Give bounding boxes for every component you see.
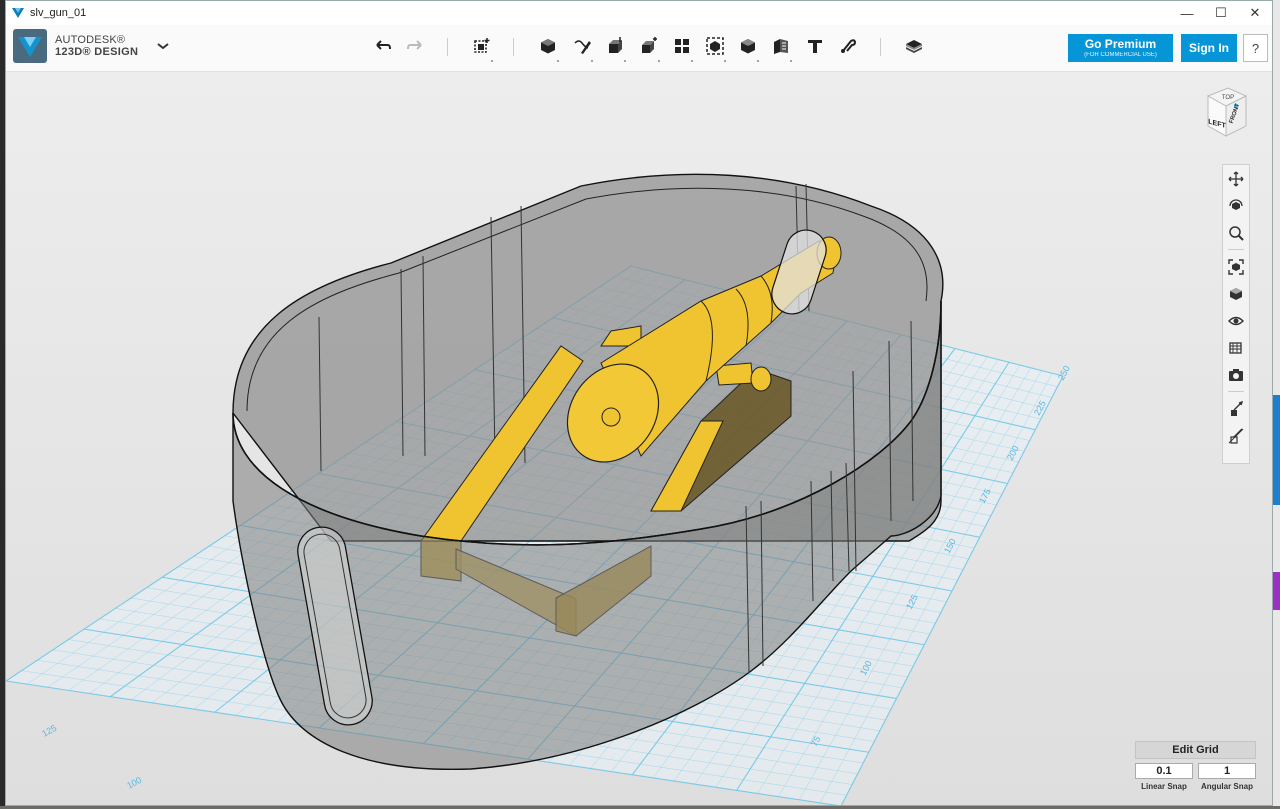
3d-viewport[interactable]: 250 225 200 175 150 125 100 75 125 100 T… bbox=[6, 72, 1272, 805]
grid-tick-label: 250 bbox=[1056, 364, 1072, 382]
primitives-icon[interactable] bbox=[535, 33, 561, 62]
transform-icon[interactable] bbox=[469, 33, 495, 62]
minimize-icon[interactable]: — bbox=[1170, 1, 1204, 25]
fit-icon[interactable] bbox=[1226, 257, 1246, 277]
pan-icon[interactable] bbox=[1226, 169, 1246, 189]
go-premium-sublabel: (FOR COMMERCIAL USE) bbox=[1084, 52, 1157, 58]
angular-snap-label: Angular Snap bbox=[1200, 782, 1253, 791]
viewcube-top-label: TOP bbox=[1222, 95, 1234, 101]
camera-icon[interactable] bbox=[1226, 365, 1246, 385]
toolbar-separator bbox=[447, 38, 448, 56]
edit-grid-button[interactable]: Edit Grid bbox=[1135, 741, 1256, 759]
snap-on-icon[interactable] bbox=[1226, 399, 1246, 419]
main-toolbar: AUTODESK® 123D® DESIGN Go Premium (FOR C… bbox=[6, 25, 1272, 72]
text-icon[interactable] bbox=[802, 33, 828, 59]
app-brand[interactable]: AUTODESK® 123D® DESIGN bbox=[13, 29, 138, 63]
combine-icon[interactable] bbox=[735, 33, 761, 62]
go-premium-label: Go Premium bbox=[1084, 37, 1157, 51]
help-button[interactable]: ? bbox=[1243, 34, 1268, 62]
materials-outline-icon[interactable] bbox=[1226, 338, 1246, 358]
toolbar-separator bbox=[513, 38, 514, 56]
undo-icon[interactable] bbox=[370, 33, 396, 59]
zoom-icon[interactable] bbox=[1226, 223, 1246, 243]
brand-line-2: 123D® DESIGN bbox=[55, 46, 139, 58]
linear-snap-field[interactable]: 0.1 bbox=[1135, 763, 1193, 779]
desktop-right-edge bbox=[1273, 0, 1280, 809]
measure-icon[interactable] bbox=[768, 33, 794, 62]
sketch-icon[interactable] bbox=[569, 33, 595, 62]
title-bar: slv_gun_01 — ☐ ✕ bbox=[6, 1, 1272, 25]
view-cube[interactable]: TOP LEFT FRONT bbox=[1194, 86, 1252, 144]
visibility-icon[interactable] bbox=[1226, 311, 1246, 331]
angular-snap-field[interactable]: 1 bbox=[1198, 763, 1256, 779]
pattern-icon[interactable] bbox=[669, 33, 695, 62]
window-title: slv_gun_01 bbox=[30, 7, 87, 19]
toolbar-separator bbox=[880, 38, 881, 56]
maximize-icon[interactable]: ☐ bbox=[1204, 1, 1238, 25]
close-icon[interactable]: ✕ bbox=[1238, 1, 1272, 25]
material-icon[interactable] bbox=[901, 33, 927, 59]
snap-icon[interactable] bbox=[835, 33, 861, 59]
linear-snap-label: Linear Snap bbox=[1141, 782, 1187, 791]
app-logo-icon bbox=[12, 8, 24, 18]
brand-line-1: AUTODESK® bbox=[55, 34, 126, 46]
navigation-bar bbox=[1222, 164, 1250, 464]
redo-icon[interactable] bbox=[402, 33, 428, 59]
orbit-icon[interactable] bbox=[1226, 196, 1246, 216]
grid-tick-label: 125 bbox=[40, 723, 58, 739]
app-menu-chevron-down-icon[interactable] bbox=[156, 41, 170, 51]
grid-panel: Edit Grid 0.1 1 Linear Snap Angular Snap bbox=[1135, 741, 1256, 805]
construct-icon[interactable] bbox=[602, 33, 628, 62]
sign-in-button[interactable]: Sign In bbox=[1181, 34, 1237, 62]
modify-icon[interactable] bbox=[636, 33, 662, 62]
autodesk-logo-icon bbox=[13, 29, 47, 63]
grid-tick-label: 100 bbox=[125, 775, 143, 791]
3d-scene: 250 225 200 175 150 125 100 75 125 100 bbox=[6, 173, 1072, 805]
go-premium-button[interactable]: Go Premium (FOR COMMERCIAL USE) bbox=[1068, 34, 1173, 62]
window-controls: — ☐ ✕ bbox=[1170, 1, 1272, 25]
snap-off-icon[interactable] bbox=[1226, 426, 1246, 446]
app-window: slv_gun_01 — ☐ ✕ AUTODESK® 123D® DESIGN bbox=[5, 0, 1273, 806]
views-icon[interactable] bbox=[1226, 284, 1246, 304]
group-icon[interactable] bbox=[702, 33, 728, 62]
